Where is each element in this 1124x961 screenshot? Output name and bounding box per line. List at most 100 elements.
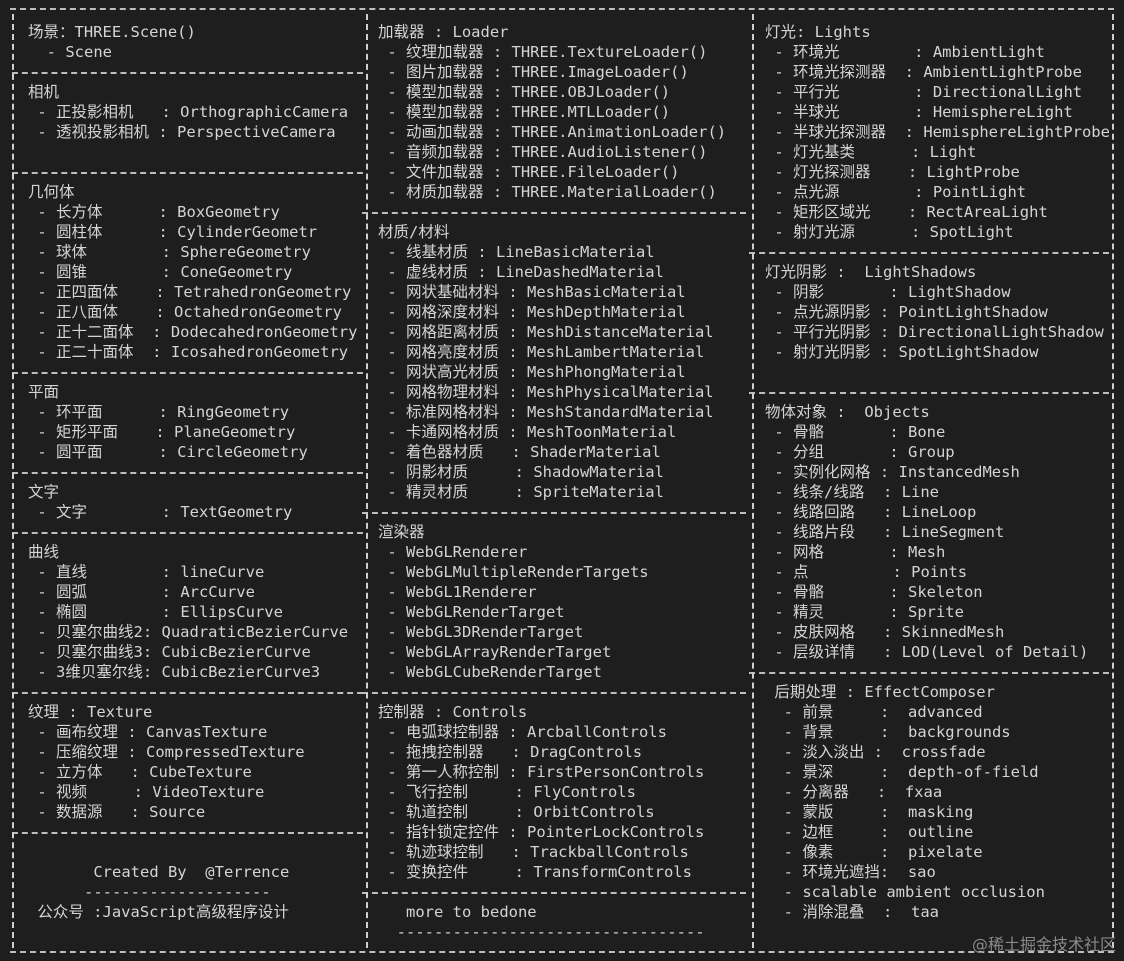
section-divider [362, 892, 746, 894]
terminal-line: - 着色器材质 : ShaderMaterial [378, 443, 661, 461]
terminal-line: - 射灯光阴影 : SpotLightShadow [765, 343, 1039, 361]
terminal-window: 场景：THREE.Scene() - Scene 相机 - 正投影相机 : Ort… [0, 0, 1124, 961]
terminal-line: - 变换控件 : TransformControls [378, 863, 692, 881]
section-divider [12, 372, 363, 374]
terminal-line: - 骨骼 : Skeleton [765, 583, 983, 601]
terminal-line: 物体对象 : Objects [765, 403, 930, 421]
section-divider [12, 72, 363, 74]
terminal-line: - 精灵材质 : SpriteMaterial [378, 483, 664, 501]
terminal-line: - 第一人称控制 : FirstPersonControls [378, 763, 705, 781]
terminal-line: - 环境光遮挡: sao [765, 863, 936, 881]
terminal-line: - WebGLRenderer [378, 543, 528, 561]
terminal-line: - 平行光 : DirectionalLight [765, 83, 1083, 101]
terminal-line: - 景深 : depth-of-field [765, 763, 1039, 781]
terminal-line: - 拖拽控制器 : DragControls [378, 743, 643, 761]
terminal-line: - 像素 : pixelate [765, 843, 983, 861]
terminal-line: 灯光: Lights [765, 23, 871, 41]
horizontal-divider [10, 8, 1114, 10]
terminal-line: - 贝塞尔曲线2: QuadraticBezierCurve [28, 623, 349, 641]
terminal-line: 灯光阴影 : LightShadows [765, 263, 977, 281]
terminal-line: -------------------- [28, 883, 271, 901]
terminal-line: - 虚线材质 : LineDashedMaterial [378, 263, 664, 281]
terminal-line: - 环平面 : RingGeometry [28, 403, 290, 421]
terminal-line: - 线基材质 : LineBasicMaterial [378, 243, 655, 261]
terminal-line: --------------------------------- [378, 923, 705, 941]
terminal-line: - 层级详情 : LOD(Level of Detail) [765, 643, 1089, 661]
terminal-line: - 椭圆 : EllipsCurve [28, 603, 283, 621]
terminal-line: 相机 [28, 83, 60, 101]
terminal-line: - 动画加载器 : THREE.AnimationLoader() [378, 123, 727, 141]
terminal-line: - 网格 : Mesh [765, 543, 946, 561]
column-divider [12, 14, 14, 948]
terminal-line: - 分组 : Group [765, 443, 955, 461]
terminal-line: - 文件加载器 : THREE.FileLoader() [378, 163, 680, 181]
terminal-line: 控制器 : Controls [378, 703, 528, 721]
terminal-line: - 正四面体 : TetrahedronGeometry [28, 283, 352, 301]
terminal-line: 曲线 [28, 543, 60, 561]
terminal-line: - 正二十面体 : IcosahedronGeometry [28, 343, 349, 361]
terminal-line: - 分离器 : fxaa [765, 783, 943, 801]
terminal-line: - 蒙版 : masking [765, 803, 974, 821]
terminal-line: 场景：THREE.Scene() [28, 23, 196, 41]
terminal-line: - 图片加载器 : THREE.ImageLoader() [378, 63, 689, 81]
terminal-line: - 点 : Points [765, 563, 968, 581]
terminal-line: - 网格深度材料 : MeshDepthMaterial [378, 303, 686, 321]
terminal-line: - 网格亮度材质 : MeshLambertMaterial [378, 343, 705, 361]
section-divider [12, 472, 363, 474]
terminal-line: - 3维贝塞尔线: CubicBezierCurve3 [28, 663, 321, 681]
terminal-line: - 阴影材质 : ShadowMaterial [378, 463, 664, 481]
terminal-line: - 轨迹球控制 : TrackballControls [378, 843, 689, 861]
terminal-line: - WebGLRenderTarget [378, 603, 565, 621]
terminal-line: - 电弧球控制器 : ArcballControls [378, 723, 667, 741]
section-divider [12, 172, 363, 174]
terminal-line: 几何体 [28, 183, 75, 201]
terminal-line: - WebGLMultipleRenderTargets [378, 563, 649, 581]
section-divider [12, 692, 363, 694]
section-divider [749, 672, 1109, 674]
terminal-line: - 标准网格材料 : MeshStandardMaterial [378, 403, 714, 421]
terminal-line: - 线条/线路 : Line [765, 483, 939, 501]
terminal-line: - 模型加载器 : THREE.MTLLoader() [378, 103, 671, 121]
terminal-line: - 矩形区域光 : RectAreaLight [765, 203, 1048, 221]
terminal-line: - 圆锥 : ConeGeometry [28, 263, 293, 281]
terminal-line: - 淡入淡出 : crossfade [765, 743, 986, 761]
terminal-line: - 网状基础材料 : MeshBasicMaterial [378, 283, 686, 301]
terminal-line: - 前景 : advanced [765, 703, 983, 721]
section-divider [362, 212, 746, 214]
terminal-line: - 纹理加载器 : THREE.TextureLoader() [378, 43, 708, 61]
terminal-line: - 消除混叠 : taa [765, 903, 939, 921]
section-divider [749, 392, 1109, 394]
terminal-line: - 飞行控制 : FlyControls [378, 783, 636, 801]
terminal-line: - 边框 : outline [765, 823, 974, 841]
watermark-text: @稀土掘金技术社区 [971, 935, 1116, 954]
terminal-line: - 材质加载器 : THREE.MaterialLoader() [378, 183, 717, 201]
terminal-line: - 皮肤网格 : SkinnedMesh [765, 623, 1005, 641]
section-divider [12, 832, 363, 834]
terminal-line: - 环境光 : AmbientLight [765, 43, 1045, 61]
terminal-line: - 圆弧 : ArcCurve [28, 583, 255, 601]
terminal-line: - 骨骼 : Bone [765, 423, 946, 441]
terminal-line: - 半球光探测器 : HemisphereLightProbe [765, 123, 1109, 141]
terminal-line: - 正十二面体 : DodecahedronGeometry [28, 323, 358, 341]
terminal-line: - WebGL3DRenderTarget [378, 623, 584, 641]
terminal-line: - 模型加载器 : THREE.OBJLoader() [378, 83, 671, 101]
terminal-line: more to bedone [378, 903, 537, 921]
column-divider [752, 14, 754, 948]
horizontal-divider [10, 951, 1114, 953]
terminal-line: - 直线 : lineCurve [28, 563, 265, 581]
terminal-line: 渲染器 [378, 523, 425, 541]
terminal-line: - 点光源 : PointLight [765, 183, 1027, 201]
terminal-line: - 数据源 : Source [28, 803, 206, 821]
terminal-line: 加载器 : Loader [378, 23, 509, 41]
terminal-line: - 压缩纹理 : CompressedTexture [28, 743, 305, 761]
terminal-line: 材质/材料 [378, 223, 450, 241]
terminal-line: - 球体 : SphereGeometry [28, 243, 311, 261]
column-divider [366, 14, 368, 948]
terminal-line: - 精灵 : Sprite [765, 603, 964, 621]
terminal-line: - 正八面体 : OctahedronGeometry [28, 303, 342, 321]
terminal-line: - 音频加载器 : THREE.AudioListener() [378, 143, 708, 161]
terminal-line: - 环境光探测器 : AmbientLightProbe [765, 63, 1082, 81]
